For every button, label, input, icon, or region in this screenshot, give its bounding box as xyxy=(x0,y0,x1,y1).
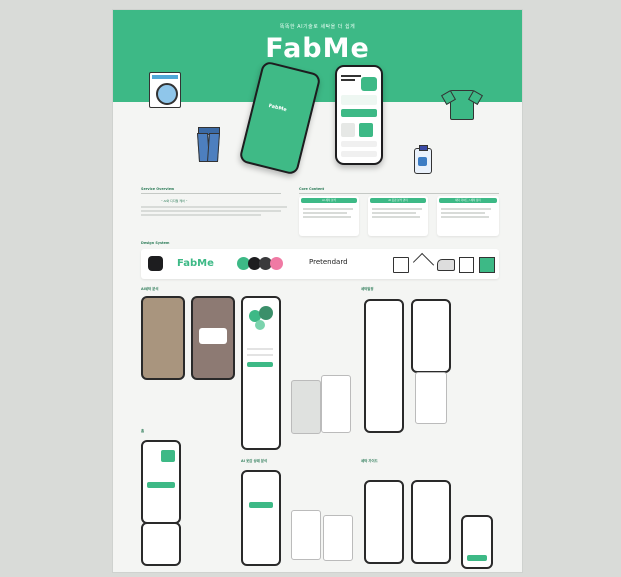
core-card-3-title: 세탁 가이드 / 세탁 정리 xyxy=(439,198,497,203)
screen-fabric-popup xyxy=(291,510,321,560)
core-card-2-title: AI 옷감 분석 관리 xyxy=(370,198,426,203)
screens-title-fabric: AI 옷감 상태 분석 xyxy=(241,459,268,463)
core-card-2: AI 옷감 분석 관리 xyxy=(368,196,428,236)
detergent-bottle-icon xyxy=(414,145,432,174)
screen-camera-scan-2 xyxy=(191,296,235,380)
screen-schedule-list xyxy=(364,299,404,433)
hero-logo: FabMe xyxy=(265,33,370,64)
core-card-3: 세탁 가이드 / 세탁 정리 xyxy=(437,196,499,236)
screens-title-home: 홈 xyxy=(141,429,145,433)
service-quote: “ AI와 디지털 케어 ” xyxy=(161,199,188,203)
screen-fabric-analysis xyxy=(241,470,281,566)
screen-fabric-popup-2 xyxy=(323,515,353,561)
laundry-basket-icon xyxy=(393,257,409,273)
jeans-icon xyxy=(196,127,221,162)
core-card-1-title: AI 세탁 분석 xyxy=(301,198,357,203)
washing-machine-icon xyxy=(149,72,181,108)
screen-guide-3 xyxy=(461,515,493,569)
screen-schedule-popup xyxy=(415,372,447,424)
section-title-core-content: Core Content xyxy=(299,187,325,191)
hero-tagline: 똑똑한 AI기술로 세탁을 더 쉽게 xyxy=(279,24,356,30)
screen-popup-list xyxy=(321,375,351,433)
hero-phone-app-screen xyxy=(337,67,381,163)
screen-analysis-result xyxy=(241,296,281,450)
swatch-pink xyxy=(270,257,283,270)
screens-title-left: AI세탁 분석 xyxy=(141,287,159,291)
screen-home xyxy=(141,440,181,524)
section-title-service-overview: Service Overview xyxy=(141,187,175,191)
core-card-1: AI 세탁 분석 xyxy=(299,196,359,236)
hero-phone-logo: FabMe xyxy=(267,102,288,114)
section-title-design-system: Design System xyxy=(141,241,170,245)
screen-popup-chart xyxy=(291,380,321,434)
design-system-panel: FabMe Pretendard xyxy=(141,249,499,279)
tshirt-icon xyxy=(440,89,484,120)
screen-guide-2 xyxy=(411,480,451,564)
screen-guide-1 xyxy=(364,480,404,564)
screen-schedule-detail xyxy=(411,299,451,373)
screens-title-right: 세탁일정 xyxy=(361,287,374,291)
project-board: 똑똑한 AI기술로 세탁을 더 쉽게 FabMe FabMe Service O… xyxy=(113,10,522,572)
canvas: 똑똑한 AI기술로 세탁을 더 쉽게 FabMe FabMe Service O… xyxy=(0,0,621,577)
hanger-icon xyxy=(412,252,435,275)
hero-phone-upright xyxy=(335,65,383,165)
iron-icon xyxy=(437,259,455,271)
typeface-name: Pretendard xyxy=(309,258,348,266)
app-icon xyxy=(148,256,163,271)
screen-home-bottom xyxy=(141,522,181,566)
tshirt-small-icon xyxy=(479,257,495,273)
screen-camera-scan-1 xyxy=(141,296,185,380)
design-system-logo: FabMe xyxy=(177,258,214,269)
screens-title-guide: 세탁 가이드 xyxy=(361,459,378,463)
washing-machine-small-icon xyxy=(459,257,474,273)
